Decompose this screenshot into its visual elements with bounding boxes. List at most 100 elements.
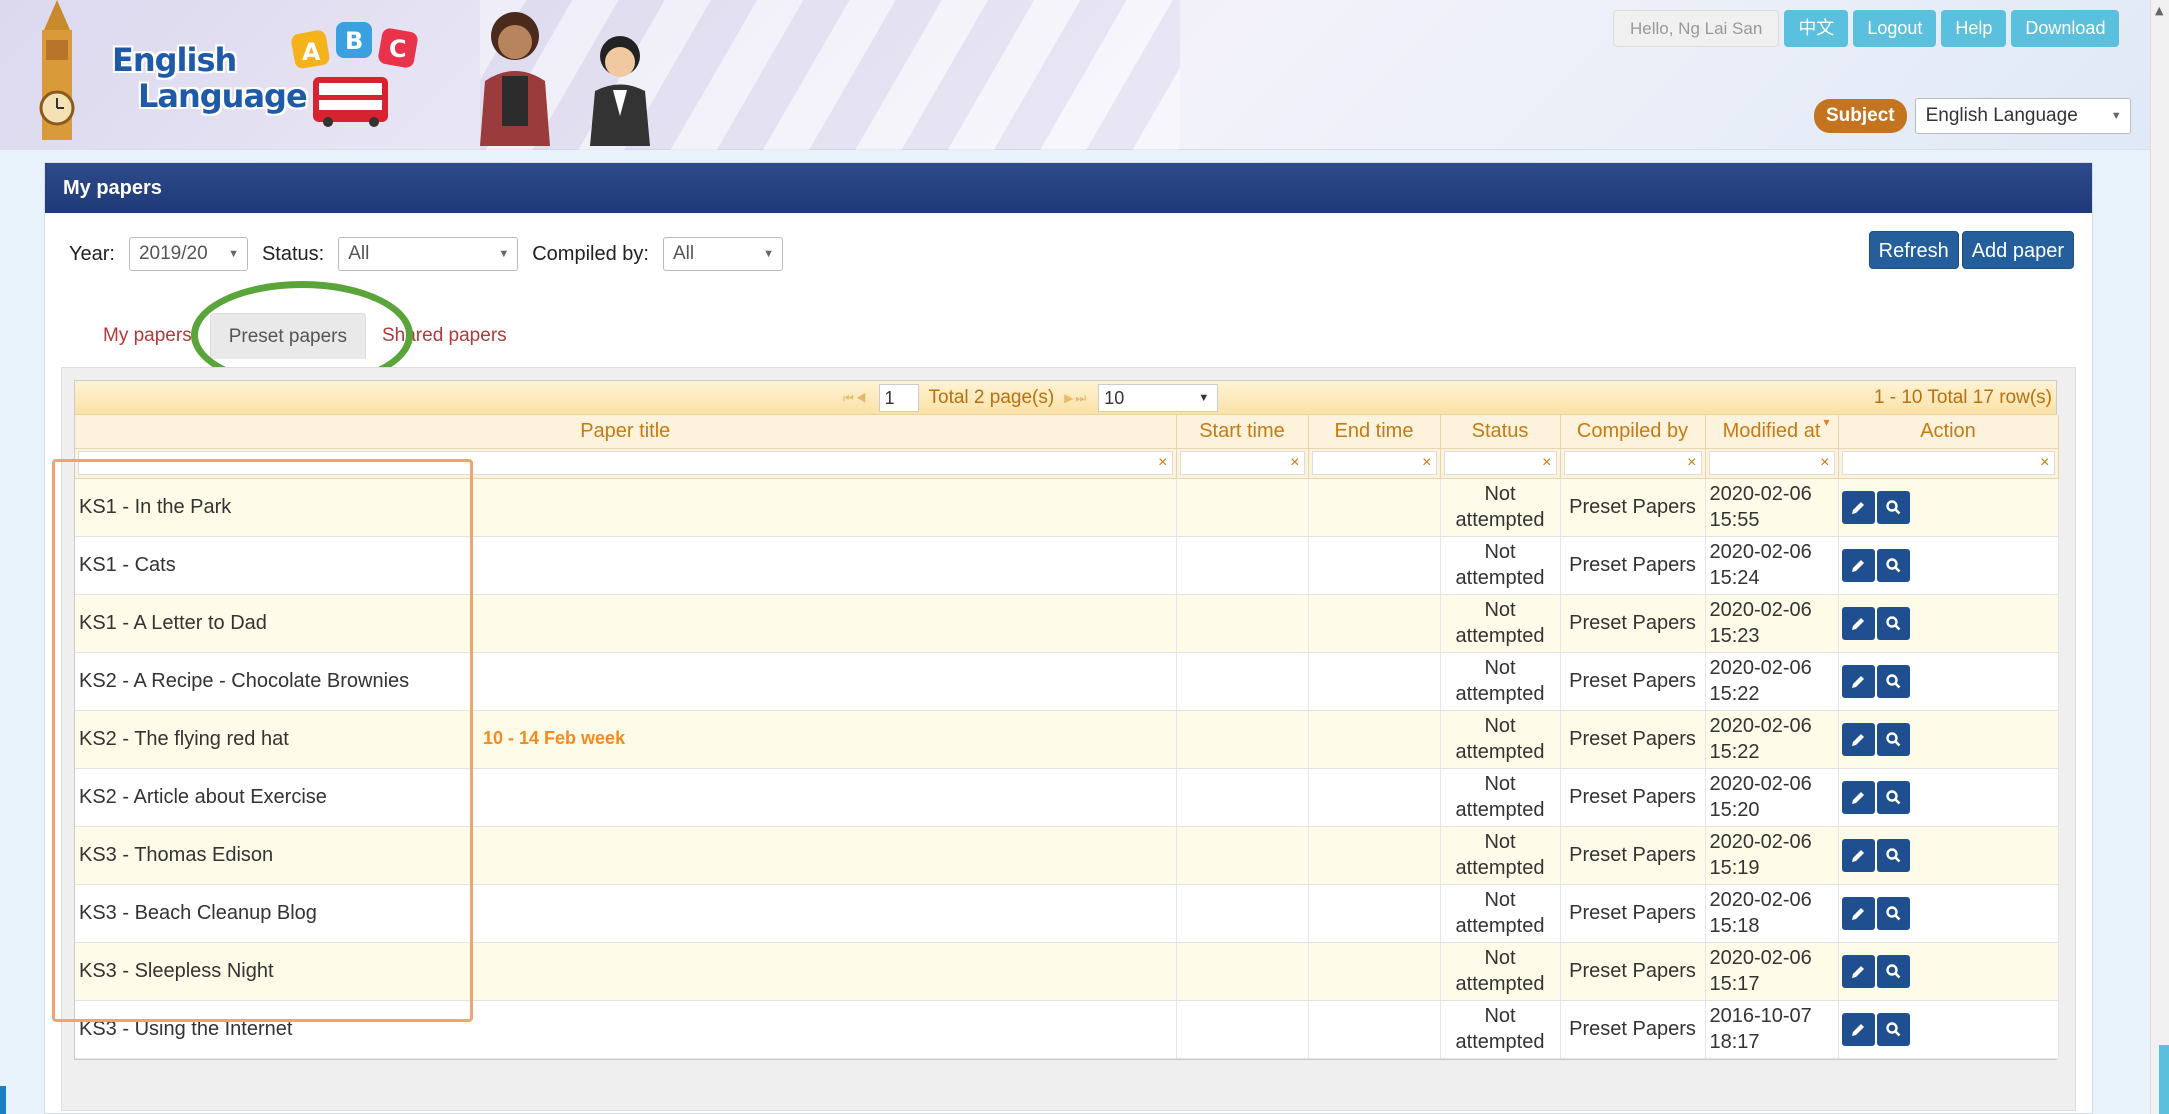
status-line1: Not	[1484, 541, 1516, 563]
view-search-icon[interactable]	[1876, 722, 1910, 756]
download-button[interactable]: Download	[2011, 10, 2120, 47]
subject-select[interactable]: English Language ▼	[1914, 98, 2131, 134]
col-start-time[interactable]: Start time	[1176, 415, 1309, 449]
compiled-by-value: Preset Papers	[1569, 495, 1696, 518]
modified-filter-input[interactable]: ×	[1708, 451, 1835, 475]
modified-at-cell: 2020-02-06 15:19	[1705, 826, 1839, 885]
status-line1: Not	[1484, 831, 1516, 853]
modified-at-cell: 2020-02-06 15:20	[1705, 768, 1839, 827]
year-select-value: 2019/20	[138, 243, 208, 264]
help-button[interactable]: Help	[1941, 10, 2007, 47]
view-search-icon[interactable]	[1876, 548, 1910, 582]
subject-selector: Subject English Language ▼	[1814, 98, 2131, 134]
col-end-time[interactable]: End time	[1308, 415, 1441, 449]
edit-icon[interactable]	[1841, 954, 1875, 988]
status-line2: attempted	[1455, 625, 1545, 647]
edit-icon[interactable]	[1841, 664, 1875, 698]
first-page-icon[interactable]: ⏮◀	[843, 391, 869, 406]
filter-bar: Year: 2019/20 ▼ Status: All ▼ Compiled b…	[69, 237, 797, 271]
clear-icon[interactable]: ×	[1820, 452, 1829, 474]
col-compiled-by[interactable]: Compiled by	[1560, 415, 1706, 449]
start-filter-input[interactable]: ×	[1179, 451, 1305, 475]
status-select[interactable]: All ▼	[338, 237, 519, 271]
scroll-thumb[interactable]	[2159, 1045, 2169, 1114]
edit-icon[interactable]	[1841, 722, 1875, 756]
chinese-language-button[interactable]: 中文	[1784, 10, 1849, 47]
status-filter-input[interactable]: ×	[1443, 451, 1557, 475]
edit-icon[interactable]	[1841, 1012, 1875, 1046]
modified-date: 2020-02-06	[1709, 947, 1812, 969]
edit-icon[interactable]	[1841, 838, 1875, 872]
compiled-by-select[interactable]: All ▼	[662, 237, 783, 271]
page-size-value: 10	[1104, 388, 1125, 408]
subject-badge: Subject	[1814, 99, 1907, 133]
clear-icon[interactable]: ×	[2040, 452, 2049, 474]
edit-icon[interactable]	[1841, 780, 1875, 814]
status-line2: attempted	[1455, 857, 1545, 879]
view-search-icon[interactable]	[1876, 490, 1910, 524]
status-cell: Not attempted	[1440, 1000, 1561, 1059]
page-number-input[interactable]: 1	[878, 384, 919, 412]
col-paper-title[interactable]: Paper title	[75, 415, 1177, 449]
clear-icon[interactable]: ×	[1542, 452, 1551, 474]
col-status[interactable]: Status	[1440, 415, 1561, 449]
view-search-icon[interactable]	[1876, 606, 1910, 640]
compiled-by-select-value: All	[672, 243, 695, 264]
year-select[interactable]: 2019/20 ▼	[128, 237, 248, 271]
view-search-icon[interactable]	[1876, 954, 1910, 988]
view-search-icon[interactable]	[1876, 896, 1910, 930]
view-search-icon[interactable]	[1876, 1012, 1910, 1046]
clear-icon[interactable]: ×	[1687, 452, 1696, 474]
status-line2: attempted	[1455, 567, 1545, 589]
svg-text:C: C	[389, 35, 407, 63]
row-summary: 1 - 10 Total 17 row(s)	[1873, 387, 2052, 408]
status-select-value: All	[348, 243, 370, 264]
greeting-label: Hello, Ng Lai San	[1613, 10, 1780, 47]
end-time-cell	[1308, 768, 1441, 827]
compiled-by-cell: Preset Papers	[1560, 652, 1706, 711]
clear-icon[interactable]: ×	[1158, 452, 1167, 474]
subject-select-value: English Language	[1925, 105, 2078, 126]
page-scrollbar[interactable]: ▲	[2150, 0, 2169, 1114]
view-search-icon[interactable]	[1876, 780, 1910, 814]
action-filter-input[interactable]: ×	[1841, 451, 2055, 475]
modified-time: 15:55	[1709, 509, 1760, 531]
scroll-up-icon[interactable]: ▲	[2155, 4, 2163, 17]
end-time-cell	[1308, 826, 1441, 885]
modified-date: 2020-02-06	[1709, 773, 1812, 795]
status-cell: Not attempted	[1440, 942, 1561, 1001]
modified-at-cell: 2020-02-06 15:55	[1705, 478, 1839, 537]
edit-icon[interactable]	[1841, 548, 1875, 582]
modified-time: 15:20	[1709, 799, 1760, 821]
clear-icon[interactable]: ×	[1290, 452, 1299, 474]
logout-button[interactable]: Logout	[1853, 10, 1937, 47]
filter-cell: ×	[1440, 448, 1561, 479]
edit-icon[interactable]	[1841, 490, 1875, 524]
view-search-icon[interactable]	[1876, 838, 1910, 872]
status-line1: Not	[1484, 1005, 1516, 1027]
modified-date: 2020-02-06	[1709, 541, 1812, 563]
compiled-by-value: Preset Papers	[1569, 727, 1696, 750]
filter-cell: ×	[1308, 448, 1441, 479]
refresh-button[interactable]: Refresh	[1868, 231, 1959, 269]
modified-at-cell: 2020-02-06 15:24	[1705, 536, 1839, 595]
edit-icon[interactable]	[1841, 606, 1875, 640]
status-line2: attempted	[1455, 683, 1545, 705]
next-page-icon[interactable]: ▶⏭	[1064, 391, 1088, 406]
action-cell	[1838, 536, 2059, 595]
start-time-cell	[1176, 768, 1309, 827]
add-paper-button[interactable]: Add paper	[1961, 231, 2074, 269]
edit-icon[interactable]	[1841, 896, 1875, 930]
chevron-down-icon: ▼	[498, 248, 510, 260]
page-size-select[interactable]: 10 ▼	[1098, 384, 1219, 412]
start-time-cell	[1176, 652, 1309, 711]
end-filter-input[interactable]: ×	[1311, 451, 1437, 475]
view-search-icon[interactable]	[1876, 664, 1910, 698]
col-modified-at[interactable]: Modified at ▾	[1705, 415, 1839, 449]
clear-icon[interactable]: ×	[1422, 452, 1431, 474]
compiled-filter-input[interactable]: ×	[1563, 451, 1702, 475]
compiled-by-cell: Preset Papers	[1560, 478, 1706, 537]
filter-cell: ×	[1705, 448, 1839, 479]
start-time-cell	[1176, 942, 1309, 1001]
compiled-by-value: Preset Papers	[1569, 1017, 1696, 1040]
